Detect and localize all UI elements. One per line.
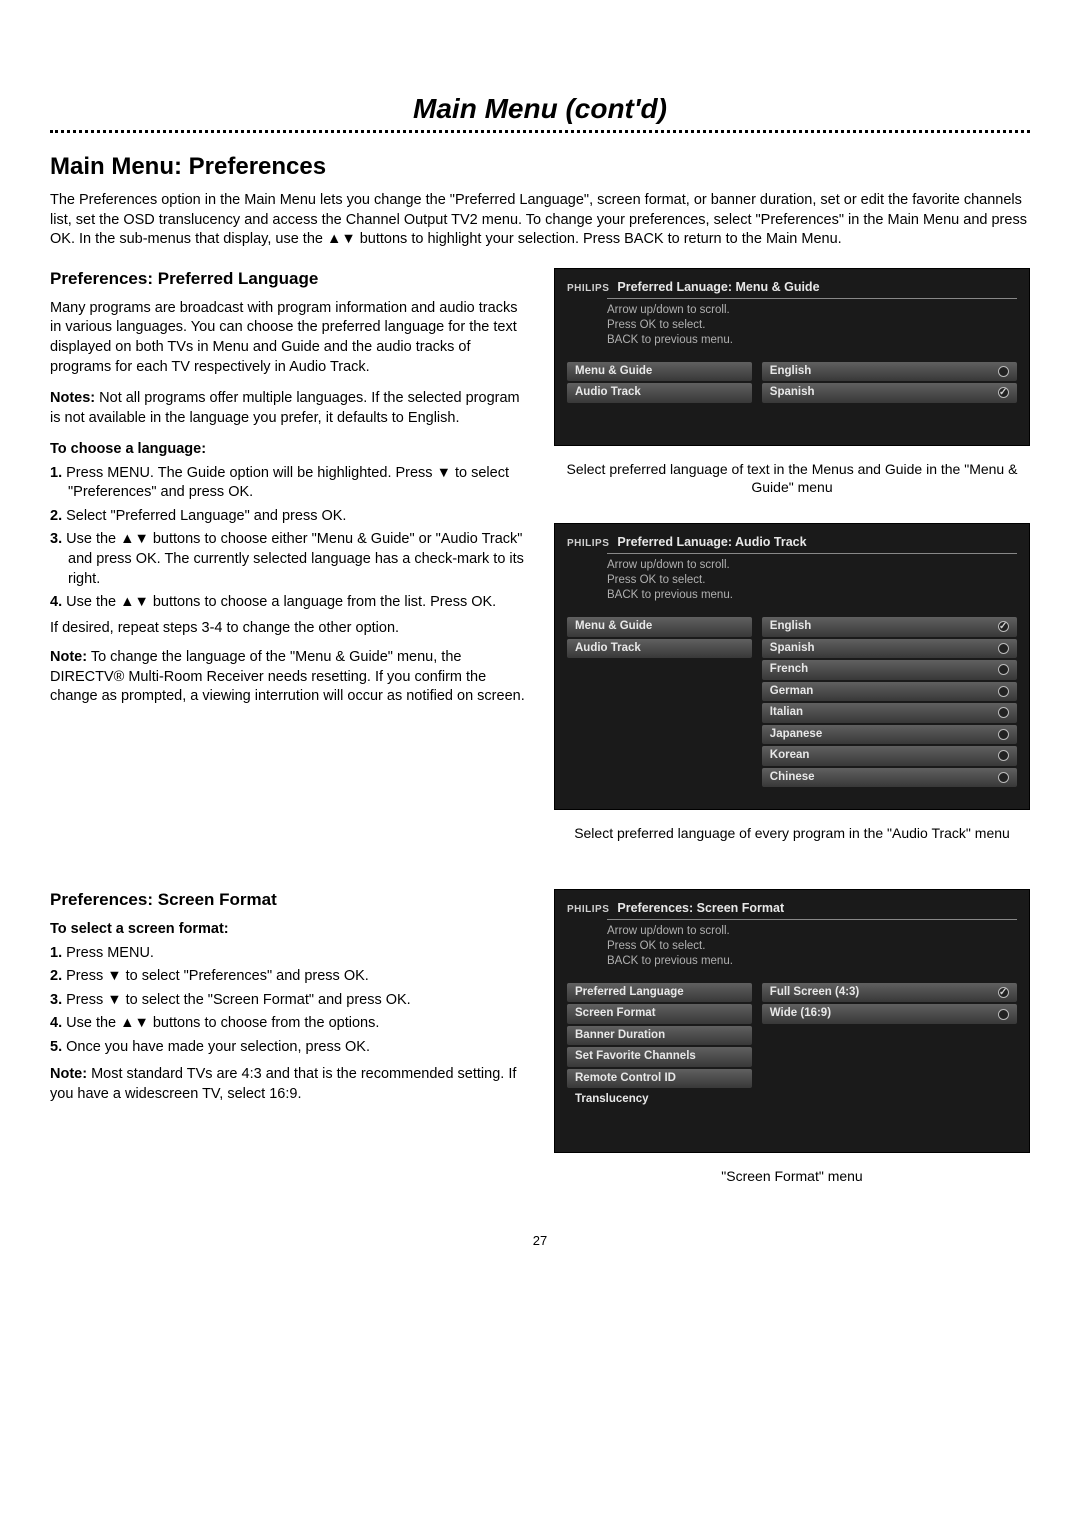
menu-item[interactable]: Menu & Guide: [567, 617, 752, 637]
tv-screen-format: PHILIPS Preferences: Screen Format Arrow …: [554, 889, 1030, 1153]
lang-option[interactable]: Japanese: [762, 725, 1017, 745]
check-icon: [998, 621, 1009, 632]
radio-icon: [998, 366, 1009, 377]
menu-item[interactable]: Translucency: [567, 1090, 752, 1110]
subsection-title-language: Preferences: Preferred Language: [50, 268, 526, 291]
main-title: Main Menu (cont'd): [50, 90, 1030, 128]
menu-item[interactable]: Audio Track: [567, 383, 752, 403]
caption-3: "Screen Format" menu: [554, 1167, 1030, 1186]
radio-icon: [998, 664, 1009, 675]
to-select-heading: To select a screen format:: [50, 920, 526, 940]
lang-option[interactable]: French: [762, 660, 1017, 680]
philips-logo: PHILIPS: [567, 537, 609, 551]
lang-notes: Notes: Not all programs offer multiple l…: [50, 389, 526, 428]
philips-logo: PHILIPS: [567, 282, 609, 296]
page-number: 27: [50, 1232, 1030, 1250]
lang-option[interactable]: Spanish: [762, 383, 1017, 403]
menu-item[interactable]: Remote Control ID: [567, 1069, 752, 1089]
lang-option[interactable]: Korean: [762, 746, 1017, 766]
intro-paragraph: The Preferences option in the Main Menu …: [50, 191, 1030, 250]
caption-2: Select preferred language of every progr…: [554, 824, 1030, 843]
tv-screen-audio-track: PHILIPS Preferred Lanuage: Audio Track Ar…: [554, 523, 1030, 810]
lang-option[interactable]: English: [762, 617, 1017, 637]
tv-title: Preferences: Screen Format: [617, 900, 784, 917]
caption-1: Select preferred language of text in the…: [554, 460, 1030, 498]
tv-screen-menu-guide: PHILIPS Preferred Lanuage: Menu & Guide A…: [554, 268, 1030, 446]
radio-icon: [998, 686, 1009, 697]
menu-item[interactable]: Banner Duration: [567, 1026, 752, 1046]
tv-instructions: Arrow up/down to scroll.Press OK to sele…: [607, 303, 1017, 348]
section-title: Main Menu: Preferences: [50, 151, 1030, 183]
subsection-title-format: Preferences: Screen Format: [50, 889, 526, 912]
philips-logo: PHILIPS: [567, 903, 609, 917]
menu-item[interactable]: Screen Format: [567, 1004, 752, 1024]
tv-title: Preferred Lanuage: Menu & Guide: [617, 279, 819, 296]
lang-option[interactable]: Chinese: [762, 768, 1017, 788]
check-icon: [998, 387, 1009, 398]
menu-item[interactable]: Preferred Language: [567, 983, 752, 1003]
format-note: Note: Most standard TVs are 4:3 and that…: [50, 1065, 526, 1104]
notes-label: Notes:: [50, 390, 95, 406]
note-label: Note:: [50, 1066, 87, 1082]
lang-option[interactable]: Italian: [762, 703, 1017, 723]
to-choose-heading: To choose a language:: [50, 440, 526, 460]
tv-title: Preferred Lanuage: Audio Track: [617, 534, 806, 551]
lang-paragraph-1: Many programs are broadcast with program…: [50, 299, 526, 377]
check-icon: [998, 987, 1009, 998]
note2-label: Note:: [50, 649, 87, 665]
format-steps: 1. Press MENU. 2. Press ▼ to select "Pre…: [50, 944, 526, 1058]
tv-instructions: Arrow up/down to scroll.Press OK to sele…: [607, 924, 1017, 969]
radio-icon: [998, 1009, 1009, 1020]
format-option[interactable]: Full Screen (4:3): [762, 983, 1017, 1003]
menu-item[interactable]: Audio Track: [567, 639, 752, 659]
radio-icon: [998, 643, 1009, 654]
radio-icon: [998, 707, 1009, 718]
format-option[interactable]: Wide (16:9): [762, 1004, 1017, 1024]
lang-steps: 1. Press MENU. The Guide option will be …: [50, 464, 526, 613]
lang-option[interactable]: English: [762, 362, 1017, 382]
radio-icon: [998, 772, 1009, 783]
lang-note2: Note: To change the language of the "Men…: [50, 648, 526, 707]
menu-item[interactable]: Set Favorite Channels: [567, 1047, 752, 1067]
lang-option[interactable]: German: [762, 682, 1017, 702]
divider: [50, 130, 1030, 133]
radio-icon: [998, 750, 1009, 761]
tv-instructions: Arrow up/down to scroll.Press OK to sele…: [607, 558, 1017, 603]
radio-icon: [998, 729, 1009, 740]
menu-item[interactable]: Menu & Guide: [567, 362, 752, 382]
repeat-note: If desired, repeat steps 3-4 to change t…: [50, 619, 526, 639]
lang-option[interactable]: Spanish: [762, 639, 1017, 659]
